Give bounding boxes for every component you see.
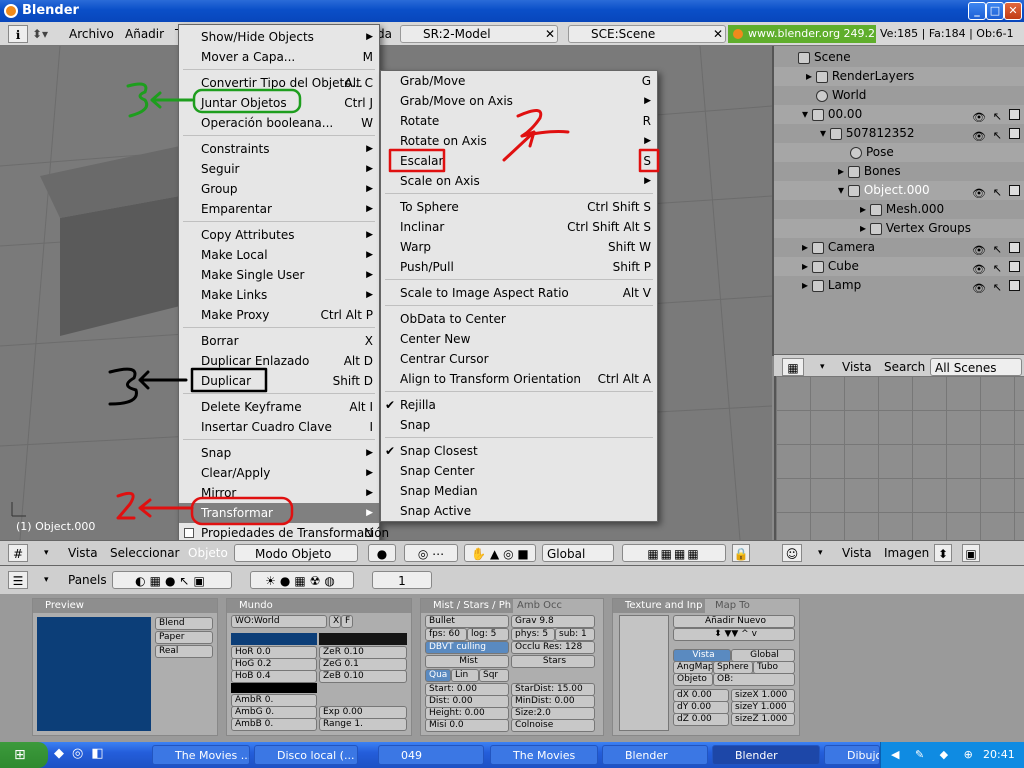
task-folder-049[interactable]: 049: [378, 745, 484, 765]
tray-icons[interactable]: ◀ ✎ ◆ ⊕: [891, 742, 979, 768]
image-select-icon[interactable]: ⬍: [934, 544, 952, 562]
menu-vista[interactable]: Vista: [68, 544, 98, 562]
sizez-field[interactable]: sizeZ 1.000: [731, 713, 795, 726]
shading-buttons[interactable]: ☀●▦☢◍: [250, 571, 354, 589]
windows-logo-icon: ⊞: [14, 747, 26, 763]
chevron-down-icon[interactable]: ▾: [44, 544, 49, 562]
preview-panel: Preview Blend Paper Real: [32, 598, 218, 736]
occlu-res-field[interactable]: Occlu Res: 128: [511, 641, 595, 654]
menu-seleccionar[interactable]: Seleccionar: [110, 544, 179, 562]
task-the-movies-2[interactable]: The Movies: [490, 745, 598, 765]
task-blender-2[interactable]: Blender: [712, 745, 820, 765]
view3d-header: # ▾ Vista Seleccionar Objeto Modo Objeto…: [0, 540, 1024, 579]
panels-label[interactable]: Panels: [68, 571, 107, 589]
mode-select[interactable]: Modo Objeto: [234, 544, 358, 562]
fake-user-button[interactable]: F: [341, 615, 353, 628]
world-panel: Mundo WO:World X F HoR 0.0 HoG 0.2 HoB 0…: [226, 598, 412, 736]
unlink-button[interactable]: X: [329, 615, 341, 628]
world-preview-image: [37, 617, 151, 731]
objeto-button[interactable]: Objeto: [673, 673, 713, 686]
dz-field[interactable]: dZ 0.00: [673, 713, 729, 726]
real-button[interactable]: Real: [155, 645, 213, 658]
task-paint[interactable]: Dibujo - Paint: [824, 745, 880, 765]
clock: 20:41: [983, 748, 1015, 761]
add-new-texture-button[interactable]: Añadir Nuevo: [673, 615, 795, 628]
horizon-color-swatch[interactable]: [231, 633, 317, 645]
orientation-select[interactable]: Global: [542, 544, 614, 562]
ambb-slider[interactable]: AmbB 0.: [231, 718, 317, 731]
misi-field[interactable]: Misi 0.0: [425, 719, 509, 732]
lock-icon[interactable]: 🔒: [732, 544, 750, 562]
physics-engine-select[interactable]: Bullet: [425, 615, 509, 628]
menu-imagen[interactable]: Imagen: [884, 544, 929, 562]
system-tray: ◀ ✎ ◆ ⊕ 20:41: [880, 742, 1024, 768]
range-field[interactable]: Range 1.: [319, 718, 407, 731]
task-the-movies-1[interactable]: The Movies ...: [152, 745, 250, 765]
pivot-icon[interactable]: ◎ ⋯: [404, 544, 458, 562]
buttons-header: ☰ ▾ Panels ◐▦●↖▣ ☀●▦☢◍ 1: [0, 566, 1024, 594]
pin-icon[interactable]: ▣: [962, 544, 980, 562]
quick-launch-icons[interactable]: ◆◎◧: [54, 746, 144, 764]
gravity-field[interactable]: Grav 9.8: [511, 615, 595, 628]
hob-slider[interactable]: HoB 0.4: [231, 670, 317, 683]
draw-type-icon[interactable]: ●: [368, 544, 396, 562]
mist-sqr-button[interactable]: Sqr: [479, 669, 509, 682]
blend-button[interactable]: Blend: [155, 617, 213, 630]
menu-objeto[interactable]: Objeto: [188, 544, 228, 562]
texture-panel-title[interactable]: Texture and Inp: [613, 599, 705, 613]
mist-panel-title[interactable]: Mist / Stars / Ph: [421, 599, 513, 613]
layer-buttons[interactable]: ▦▦▦▦ ▦▦▦▦: [622, 544, 726, 579]
map-to-tab[interactable]: Map To: [715, 599, 750, 613]
mist-qua-button[interactable]: Qua: [425, 669, 451, 682]
editor-type-icon[interactable]: ☰: [8, 571, 28, 589]
editor-type-icon[interactable]: #: [8, 544, 28, 562]
log-field[interactable]: log: 5: [467, 628, 509, 641]
world-panel-title: Mundo: [227, 599, 411, 613]
mist-toggle[interactable]: Mist: [425, 655, 509, 668]
mist-lin-button[interactable]: Lin: [451, 669, 479, 682]
colnoise-field[interactable]: Colnoise: [511, 719, 595, 732]
ambient-color-swatch[interactable]: [231, 683, 317, 693]
task-blender-1[interactable]: Blender: [602, 745, 708, 765]
fps-field[interactable]: fps: 60: [425, 628, 467, 641]
context-buttons[interactable]: ◐▦●↖▣: [112, 571, 232, 589]
chevron-down-icon[interactable]: ▾: [44, 571, 49, 589]
ob-field[interactable]: OB:: [713, 673, 795, 686]
phys-field[interactable]: phys: 5: [511, 628, 555, 641]
menu-vista-image[interactable]: Vista: [842, 544, 872, 562]
manipulator-icons[interactable]: ✋ ▲ ◎ ■: [464, 544, 536, 562]
world-name-field[interactable]: WO:World: [231, 615, 327, 628]
texture-buttons-row[interactable]: ⬍ ▼▼ ^ v: [673, 628, 795, 641]
task-disco-local[interactable]: Disco local (...: [254, 745, 358, 765]
zenith-color-swatch[interactable]: [319, 633, 407, 645]
frame-field[interactable]: 1: [372, 571, 432, 589]
chevron-down-icon[interactable]: ▾: [818, 544, 823, 562]
paper-button[interactable]: Paper: [155, 631, 213, 644]
stars-toggle[interactable]: Stars: [511, 655, 595, 668]
start-button[interactable]: ⊞: [0, 742, 48, 768]
preview-panel-title: Preview: [33, 599, 217, 613]
texture-channel-list[interactable]: [619, 615, 669, 731]
mist-panel: Mist / Stars / Ph Amb Occ Bullet Grav 9.…: [420, 598, 604, 736]
image-editor-icon[interactable]: ☺: [782, 544, 802, 562]
dbvt-culling-toggle[interactable]: DBVT culling: [425, 641, 509, 654]
amb-occ-tab[interactable]: Amb Occ: [517, 599, 562, 613]
texture-panel: Texture and Inp Map To Añadir Nuevo ⬍ ▼▼…: [612, 598, 800, 736]
zeb-slider[interactable]: ZeB 0.10: [319, 670, 407, 683]
sub-field[interactable]: sub: 1: [555, 628, 595, 641]
